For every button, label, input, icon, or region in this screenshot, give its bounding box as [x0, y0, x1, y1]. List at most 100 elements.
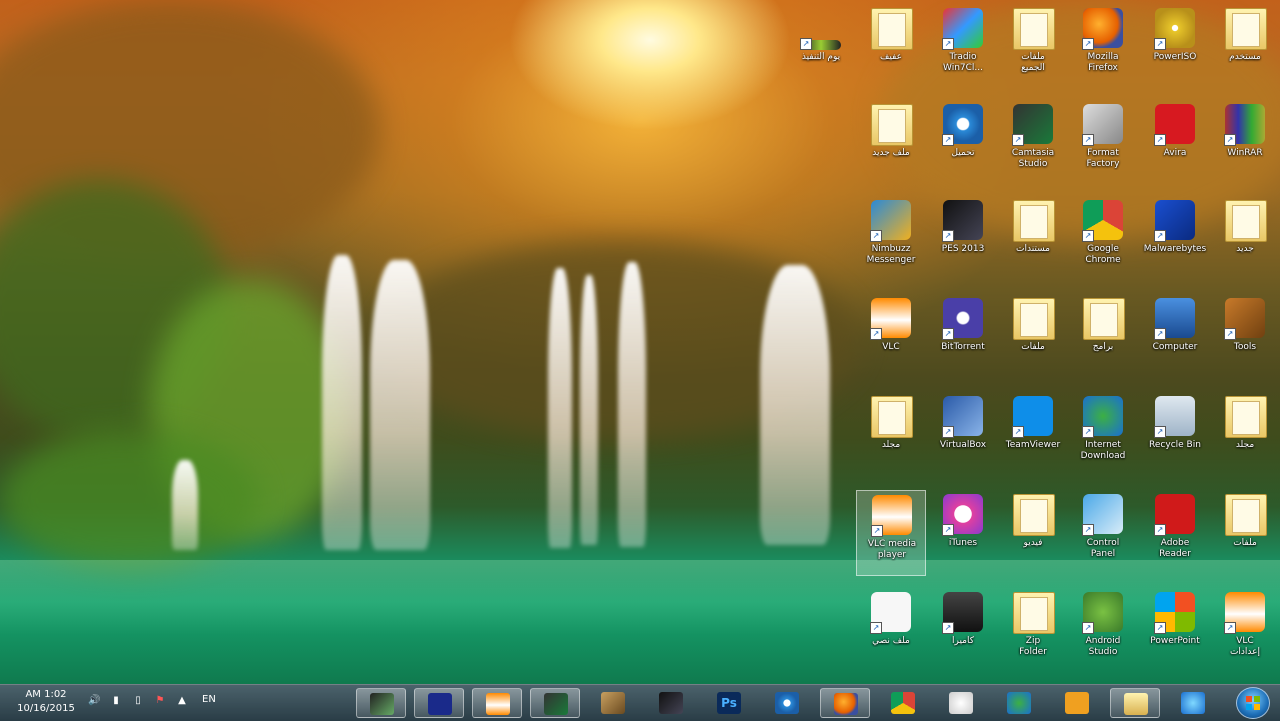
desktop-icon[interactable]: ↗ Adobe Reader — [1140, 490, 1210, 576]
eye-browser-icon — [775, 692, 799, 714]
taskbar-button-badminton[interactable] — [936, 688, 986, 718]
desktop-icon[interactable]: ↗ Avira — [1140, 100, 1210, 186]
desktop-icon[interactable]: جديد — [1210, 196, 1280, 282]
shortcut-arrow-icon: ↗ — [1154, 134, 1166, 146]
desktop-icon[interactable]: مجلد — [856, 392, 926, 478]
shortcut-arrow-icon: ↗ — [1082, 38, 1094, 50]
desktop-icon[interactable]: ↗ Control Panel — [1068, 490, 1138, 576]
desktop-icon-label: ملفات — [1021, 342, 1045, 352]
desktop-icon-label-line2: player — [877, 550, 907, 560]
desktop-icon[interactable]: ↗ Computer — [1140, 294, 1210, 380]
desktop-icon-label: مستندات — [1016, 244, 1050, 254]
desktop-icon[interactable]: ↗ ملف نصي — [856, 588, 926, 674]
waterfall-7 — [172, 460, 198, 550]
taskbar-button-internet-explorer[interactable] — [1168, 688, 1218, 718]
clock[interactable]: AM 1:02 10/16/2015 — [6, 688, 86, 716]
taskbar-button-photoshop[interactable]: Ps — [704, 688, 754, 718]
folder-icon — [1083, 298, 1125, 340]
desktop-icon-label: Control — [1086, 538, 1120, 548]
desktop-icon[interactable]: ↗ Tradio Win7Cl... — [928, 4, 998, 90]
folder-explorer-icon — [1124, 693, 1148, 715]
desktop-icon[interactable]: فيديو — [998, 490, 1068, 576]
taskbar-button-camtasia[interactable] — [530, 688, 580, 718]
shortcut-arrow-icon: ↗ — [1224, 328, 1236, 340]
user-folder-icon — [1225, 8, 1267, 50]
desktop-icon-label-line2: إعدادات — [1229, 647, 1261, 657]
desktop-icon[interactable]: ↗ Nimbuzz Messenger — [856, 196, 926, 282]
desktop-icon-label-line2: Reader — [1159, 549, 1191, 559]
taskbar-button-media-player[interactable] — [1052, 688, 1102, 718]
desktop-icon[interactable]: ↗ تحميل — [928, 100, 998, 186]
photoshop-icon: Ps — [717, 692, 741, 714]
desktop-icon[interactable]: ↗ VLC — [856, 294, 926, 380]
desktop-icon[interactable]: مستخدم — [1210, 4, 1280, 90]
desktop-icon[interactable]: مستندات — [998, 196, 1068, 282]
desktop-icon[interactable]: ↗ يوم التنفيذ — [786, 4, 856, 90]
desktop-icon[interactable]: ↗ Camtasia Studio — [998, 100, 1068, 186]
desktop-icon[interactable]: ↗ PowerPoint — [1140, 588, 1210, 674]
desktop-icon[interactable]: ↗ Android Studio — [1068, 588, 1138, 674]
cabinet-folder-icon — [1225, 494, 1267, 536]
waterfall-1 — [322, 255, 362, 550]
taskbar-button-app-green[interactable] — [356, 688, 406, 718]
desktop-icon[interactable]: ملفات — [1210, 490, 1280, 576]
desktop-icon[interactable]: ملفات الجميع — [998, 4, 1068, 90]
desktop-icon-label: VLC — [1236, 636, 1254, 646]
volume-icon[interactable]: 🔊 — [88, 695, 100, 707]
desktop-icon[interactable]: ↗ Google Chrome — [1068, 196, 1138, 282]
taskbar-button-explorer[interactable] — [1110, 688, 1160, 718]
desktop-icon[interactable]: ملف جديد — [856, 100, 926, 186]
desktop-icon[interactable]: ↗ Format Factory — [1068, 100, 1138, 186]
start-button[interactable] — [1236, 687, 1270, 719]
taskbar-button-browser-eye[interactable] — [762, 688, 812, 718]
desktop-icon[interactable]: ↗ Mozilla Firefox — [1068, 4, 1138, 90]
desktop-icon[interactable]: ↗ كاميرا — [928, 588, 998, 674]
desktop-icon[interactable]: ملفات — [998, 294, 1068, 380]
shortcut-arrow-icon: ↗ — [1012, 426, 1024, 438]
desktop-icon-label: Computer — [1152, 342, 1198, 352]
desktop-icon-label: PowerPoint — [1150, 636, 1200, 646]
waterfall-6 — [760, 265, 830, 545]
pes-game-icon — [659, 692, 683, 714]
desktop-icon-label: Avira — [1163, 148, 1187, 158]
taskbar-button-firefox[interactable] — [820, 688, 870, 718]
desktop-icon[interactable]: ↗ BitTorrent — [928, 294, 998, 380]
desktop-icon[interactable]: ↗ TeamViewer — [998, 392, 1068, 478]
shortcut-arrow-icon: ↗ — [942, 524, 954, 536]
network-icon[interactable]: ▮ — [110, 695, 122, 707]
zip-folder-icon — [1013, 592, 1055, 634]
shortcut-arrow-icon: ↗ — [870, 230, 882, 242]
desktop-icon[interactable]: ↗ Malwarebytes — [1140, 196, 1210, 282]
battery-icon[interactable]: ▯ — [132, 695, 144, 707]
desktop-icon-label-line2: الجميع — [1021, 63, 1045, 73]
show-hidden-icons-icon[interactable]: ▲ — [176, 695, 188, 707]
desktop-icon[interactable]: ↗ Internet Download — [1068, 392, 1138, 478]
desktop-icon[interactable]: ↗ VirtualBox — [928, 392, 998, 478]
taskbar-button-chrome[interactable] — [878, 688, 928, 718]
desktop-icon[interactable]: ↗ iTunes — [928, 490, 998, 576]
desktop-icon-label: عفيف — [880, 52, 902, 62]
taskbar-button-pen-tool[interactable] — [588, 688, 638, 718]
desktop-icon[interactable]: مجلد — [1210, 392, 1280, 478]
desktop-icon[interactable]: ↗ Tools — [1210, 294, 1280, 380]
taskbar-button-pes[interactable] — [646, 688, 696, 718]
taskbar-button-vlc[interactable] — [472, 688, 522, 718]
desktop-icon[interactable]: عفيف — [856, 4, 926, 90]
shortcut-arrow-icon: ↗ — [1154, 38, 1166, 50]
desktop-icon[interactable]: ↗ PowerISO — [1140, 4, 1210, 90]
desktop-icon-label: ملف جديد — [872, 148, 910, 158]
desktop-icon[interactable]: ↗ VLC media player — [856, 490, 926, 576]
shortcut-arrow-icon: ↗ — [942, 38, 954, 50]
language-indicator[interactable]: EN — [202, 694, 216, 705]
taskbar-button-internet-download[interactable] — [994, 688, 1044, 718]
taskbar-button-zip-app[interactable] — [414, 688, 464, 718]
desktop-icon-label-line2: Win7Cl... — [943, 63, 983, 73]
action-center-icon[interactable]: ⚑ — [154, 695, 166, 707]
desktop-icon-label: WinRAR — [1227, 148, 1263, 158]
desktop-icon[interactable]: ↗ WinRAR — [1210, 100, 1280, 186]
desktop-icon[interactable]: برامج — [1068, 294, 1138, 380]
desktop-icon[interactable]: ↗ Recycle Bin — [1140, 392, 1210, 478]
desktop-icon[interactable]: ↗ PES 2013 — [928, 196, 998, 282]
desktop-icon[interactable]: Zip Folder — [998, 588, 1068, 674]
desktop-icon[interactable]: ↗ VLC إعدادات — [1210, 588, 1280, 674]
